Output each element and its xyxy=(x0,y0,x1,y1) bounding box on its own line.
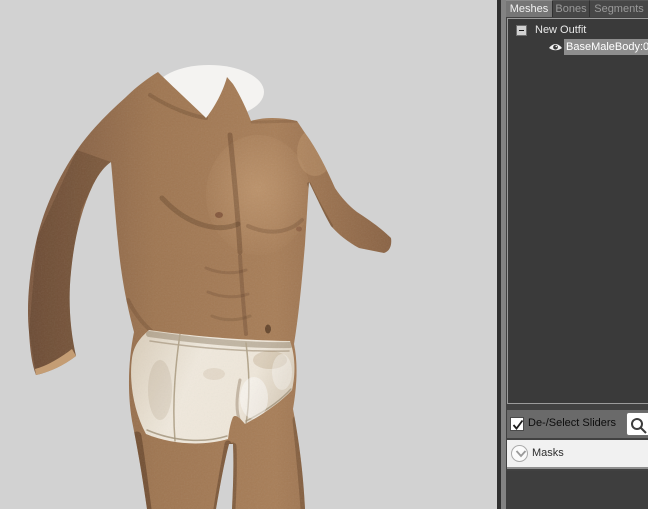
collapse-expander-icon[interactable] xyxy=(516,25,527,36)
deselect-sliders-label: De-/Select Sliders xyxy=(528,417,617,429)
character-model xyxy=(27,65,392,509)
shape-name-label[interactable]: BaseMaleBody:0 xyxy=(564,39,648,55)
slider-select-bar: De-/Select Sliders xyxy=(507,410,648,438)
outfit-name-label: New Outfit xyxy=(535,24,587,36)
mesh-tree: New Outfit BaseMaleBody:0 xyxy=(507,18,648,404)
tree-row-outfit[interactable]: New Outfit xyxy=(508,23,648,39)
magnifier-icon xyxy=(631,418,647,434)
chevron-down-circle-icon[interactable] xyxy=(511,445,528,462)
masks-section-header[interactable]: Masks xyxy=(507,440,648,469)
tree-row-shape[interactable]: BaseMaleBody:0 xyxy=(508,39,648,55)
3d-viewport[interactable] xyxy=(0,0,497,509)
outfit-editor-window: Meshes Bones Segments New Outfit BaseMal… xyxy=(0,0,648,509)
deselect-sliders-checkbox[interactable] xyxy=(510,417,524,431)
tab-bones[interactable]: Bones xyxy=(553,0,590,17)
eye-icon[interactable] xyxy=(548,41,563,53)
tab-meshes[interactable]: Meshes xyxy=(506,0,553,17)
panel-tab-bar: Meshes Bones Segments xyxy=(506,0,648,17)
tab-segments[interactable]: Segments xyxy=(590,0,648,17)
mesh-panel: Meshes Bones Segments New Outfit BaseMal… xyxy=(506,0,648,509)
slider-search-box[interactable] xyxy=(626,412,648,436)
masks-section-label: Masks xyxy=(532,447,564,459)
panel-footer xyxy=(506,471,648,509)
